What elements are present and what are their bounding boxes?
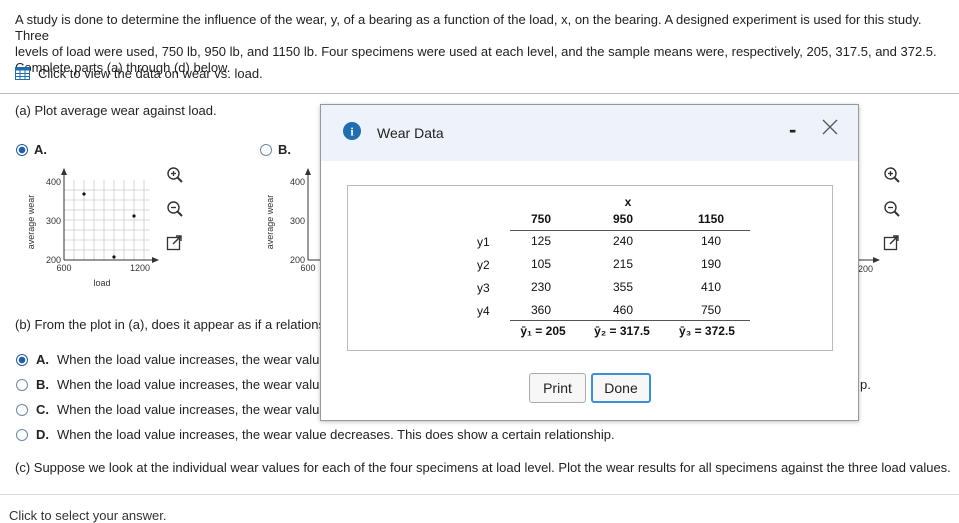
row-y4-label: y4 [477,304,490,318]
close-icon[interactable] [822,119,838,135]
graph-option-a: 400 300 200 600 1200 load average wear [26,168,159,288]
table-header-rule [510,230,750,231]
option-b-b-letter: B. [36,377,49,392]
dialog-header: i Wear Data - [321,105,858,161]
open-window-icon[interactable] [883,234,901,252]
option-b-a-letter: A. [36,352,49,367]
divider [0,93,959,94]
graph-a-ytick-300: 300 [46,216,61,226]
graph-a-y-arrow [61,168,67,175]
cell-y2-950: 215 [612,257,634,271]
graph-a-point-3 [112,255,116,259]
option-b-c[interactable]: C. When the load value increases, the we… [16,402,319,417]
option-b-b[interactable]: B. When the load value increases, the we… [16,377,319,392]
radio-option-a[interactable] [16,143,28,156]
option-b-a-text: When the load value increases, the wear … [57,352,320,367]
graph-a-grid [63,180,150,260]
cell-y1-1150: 140 [700,234,722,248]
row-y3-label: y3 [477,281,490,295]
load-950: 950 [612,212,634,226]
radio-b-option-a[interactable] [16,353,28,366]
graph-b-ylabel: average wear [265,195,275,250]
option-b-c-letter: C. [36,402,49,417]
table-mean-rule [510,320,750,321]
cell-y4-950: 460 [612,303,634,317]
part-c-question: (c) Suppose we look at the individual we… [15,460,951,475]
footer-instruction: Click to select your answer. [9,508,167,523]
intro-line-1: A study is done to determine the influen… [15,12,922,43]
print-button[interactable]: Print [529,373,586,403]
mean-y3: ȳ₃ = 372.5 [679,324,735,338]
cell-y3-1150: 410 [700,280,722,294]
cell-y3-750: 230 [530,280,552,294]
zoom-in-icon[interactable] [883,166,901,184]
info-icon: i [343,122,361,140]
load-750: 750 [530,212,552,226]
wear-data-dialog: i Wear Data - x 750 950 1150 y1 125 240 … [320,104,859,421]
graph-a-ylabel: average wear [26,195,36,250]
row-y1-label: y1 [477,235,490,249]
table-icon [15,67,30,80]
load-1150: 1150 [697,212,725,226]
graph-a-ytick-400: 400 [46,177,61,187]
option-b-d-letter: D. [36,427,49,442]
cell-y2-1150: 190 [700,257,722,271]
zoom-out-icon[interactable] [883,200,901,218]
cell-y4-1150: 750 [700,303,722,317]
graph-a-x-arrow [152,257,159,263]
table-x-header: x [624,195,632,209]
view-data-link-label[interactable]: Click to view the data on wear vs. load. [38,66,263,81]
cell-y1-950: 240 [612,234,634,248]
wear-data-table: x 750 950 1150 y1 125 240 140 y2 105 215… [347,185,833,351]
zoom-in-icon[interactable] [166,166,184,184]
radio-b-option-d[interactable] [16,428,28,441]
divider [0,494,959,495]
dialog-title: Wear Data [377,125,444,141]
graph-b-ytick-400: 400 [290,177,305,187]
mean-y1: ȳ₁ = 205 [520,324,566,338]
option-b-a[interactable]: A. When the load value increases, the we… [16,352,319,367]
option-b-d[interactable]: D. When the load value increases, the we… [16,427,615,442]
graph-b-xtick-600: 600 [300,263,315,273]
cell-y3-950: 355 [612,280,634,294]
part-a-question: (a) Plot average wear against load. [15,103,217,118]
option-a-graph[interactable]: A. [16,142,47,157]
open-window-icon[interactable] [166,234,184,252]
cell-y1-750: 125 [530,234,552,248]
trailing-text: p. [860,377,871,392]
zoom-out-icon[interactable] [166,200,184,218]
option-a-letter: A. [34,142,47,157]
graph-b-y-arrow [305,168,311,175]
graph-b-ytick-300: 300 [290,216,305,226]
part-b-question: (b) From the plot in (a), does it appear… [15,317,325,332]
graph-d-xtick: 200 [858,264,873,274]
radio-b-option-c[interactable] [16,403,28,416]
done-button[interactable]: Done [591,373,651,403]
radio-option-b[interactable] [260,143,272,156]
option-b-d-text: When the load value increases, the wear … [57,427,615,442]
mean-y2: ȳ₂ = 317.5 [594,324,650,338]
radio-b-option-b[interactable] [16,378,28,391]
graph-option-b: 400 300 200 600 average wear [265,168,322,273]
minimize-button[interactable]: - [789,117,796,143]
cell-y4-750: 360 [530,303,552,317]
option-b-graph[interactable]: B. [260,142,291,157]
cell-y2-750: 105 [530,257,552,271]
graph-a-point-1 [82,192,86,196]
view-data-link[interactable]: Click to view the data on wear vs. load. [15,66,263,81]
graph-a-xtick-600: 600 [56,263,71,273]
intro-line-2: levels of load were used, 750 lb, 950 lb… [15,44,937,59]
graph-a-xtick-1200: 1200 [130,263,150,273]
row-y2-label: y2 [477,258,490,272]
graph-a-point-2 [132,214,136,218]
option-b-c-text: When the load value increases, the wear … [57,402,320,417]
option-b-b-text: When the load value increases, the wear … [57,377,320,392]
graph-a-xlabel: load [93,278,110,288]
option-b-letter: B. [278,142,291,157]
